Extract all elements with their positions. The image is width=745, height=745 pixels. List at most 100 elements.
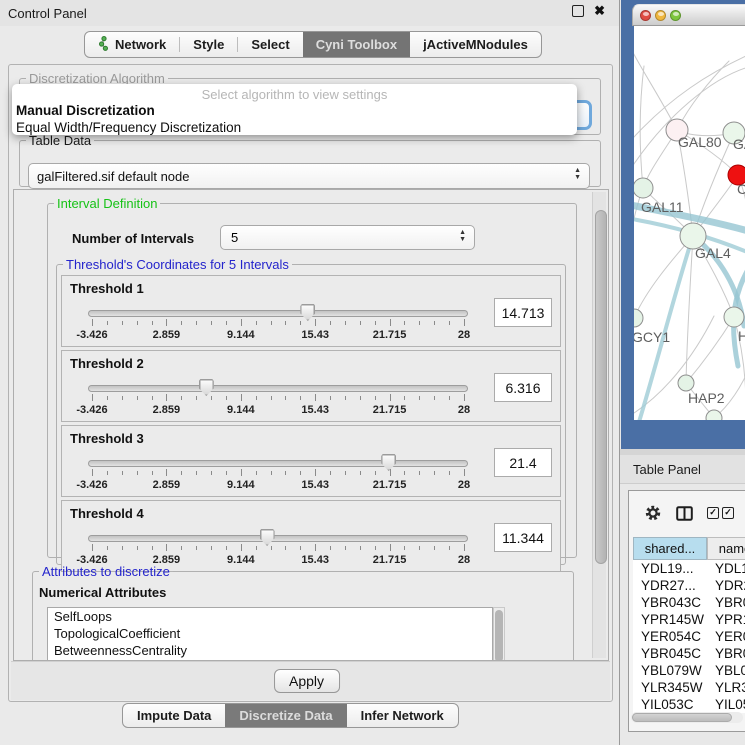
tick-mark [256, 546, 257, 550]
tick-mark [152, 396, 153, 400]
tab-cyni-toolbox[interactable]: Cyni Toolbox [303, 32, 410, 57]
checkbox-icon[interactable]: ✓ [707, 507, 719, 519]
threshold-slider[interactable]: -3.4262.8599.14415.4321.71528 [88, 377, 468, 417]
spinner-icon[interactable]: ▲▼ [574, 167, 581, 181]
threshold-block: Threshold 3-3.4262.8599.14415.4321.71528… [61, 425, 561, 497]
cell-name[interactable]: YBR045C [707, 646, 745, 661]
settings-scrollbar-thumb[interactable] [595, 210, 607, 564]
tick-label: 9.144 [227, 329, 255, 341]
slider-track[interactable] [88, 385, 468, 392]
cell-name[interactable]: YIL053C [707, 697, 745, 712]
table-row[interactable]: YBR045CYBR045C [633, 645, 745, 662]
cell-name[interactable]: YDR27... [707, 578, 745, 593]
settings-vertical-scrollbar[interactable] [592, 192, 606, 658]
tab-discretize-data[interactable]: Discretize Data [225, 704, 346, 727]
table-hscrollbar-thumb[interactable] [632, 713, 732, 722]
tab-select[interactable]: Select [238, 32, 302, 57]
cell-shared-name[interactable]: YLR345W [633, 680, 707, 695]
numerical-attributes-listbox[interactable]: SelfLoopsTopologicalCoefficientBetweenne… [47, 607, 493, 661]
threshold-slider[interactable]: -3.4262.8599.14415.4321.71528 [88, 452, 468, 492]
network-window-titlebar[interactable] [632, 4, 745, 26]
traffic-light-zoom-icon[interactable] [670, 10, 681, 21]
cell-shared-name[interactable]: YBR043C [633, 595, 707, 610]
network-node-h[interactable] [724, 307, 744, 327]
cell-name[interactable]: YBL079W [707, 663, 745, 678]
table-horizontal-scrollbar[interactable] [631, 712, 743, 723]
network-edge[interactable] [639, 236, 693, 420]
cell-shared-name[interactable]: YDR27... [633, 578, 707, 593]
table-row[interactable]: YDR27...YDR27... [633, 577, 745, 594]
attributes-list-scrollbar-thumb[interactable] [495, 610, 503, 661]
threshold-value-field[interactable]: 21.4 [494, 448, 552, 477]
slider-track[interactable] [88, 535, 468, 542]
tab-impute-data[interactable]: Impute Data [123, 704, 225, 727]
table-row[interactable]: YBL079WYBL079W [633, 662, 745, 679]
list-item[interactable]: TopologicalCoefficient [48, 625, 492, 642]
tab-infer-network[interactable]: Infer Network [347, 704, 458, 727]
network-edge[interactable] [686, 317, 734, 383]
cell-name[interactable]: YPR145W [707, 612, 745, 627]
close-icon[interactable]: ✖ [594, 5, 605, 17]
attributes-to-discretize-group: Attributes to discretize Numerical Attri… [32, 564, 574, 661]
cell-shared-name[interactable]: YIL053C [633, 697, 707, 712]
table-row[interactable]: YBR043CYBR043C [633, 594, 745, 611]
column-header-name[interactable]: name [707, 537, 745, 560]
cyni-toolbox-panel: Discretization Algorithm Table Data galF… [8, 64, 613, 702]
tab-jactivemnodules[interactable]: jActiveMNodules [410, 32, 541, 57]
threshold-slider[interactable]: -3.4262.8599.14415.4321.71528 [88, 302, 468, 342]
cell-name[interactable]: YBR043C [707, 595, 745, 610]
threshold-value-field[interactable]: 14.713 [494, 298, 552, 327]
table-data-combobox[interactable]: galFiltered.sif default node ▲▼ [28, 163, 590, 189]
list-item[interactable]: SelfLoops [48, 608, 492, 625]
cell-shared-name[interactable]: YER054C [633, 629, 707, 644]
dropdown-option-manual-discretization[interactable]: Manual Discretization [12, 102, 577, 119]
traffic-light-close-icon[interactable] [640, 10, 651, 21]
tick-mark [375, 321, 376, 325]
attributes-list-scrollbar[interactable] [493, 607, 505, 661]
slider-track[interactable] [88, 310, 468, 317]
gear-icon[interactable] [644, 504, 662, 522]
traffic-light-minimize-icon[interactable] [655, 10, 666, 21]
table-row[interactable]: YLR345WYLR345W [633, 679, 745, 696]
tick-mark [241, 319, 242, 326]
float-icon[interactable] [572, 5, 584, 17]
tick-mark [137, 471, 138, 475]
cell-shared-name[interactable]: YBL079W [633, 663, 707, 678]
dropdown-option-equal-width-frequency-discretization[interactable]: Equal Width/Frequency Discretization [12, 119, 577, 136]
split-view-icon[interactable] [676, 506, 693, 521]
spinner-icon[interactable]: ▲▼ [459, 229, 466, 243]
tick-label: 15.43 [301, 479, 329, 491]
table-row[interactable]: YPR145WYPR145W [633, 611, 745, 628]
tick-mark [166, 394, 167, 401]
checkbox-icon[interactable]: ✓ [722, 507, 734, 519]
network-node-gal11[interactable] [634, 178, 653, 198]
network-edge[interactable] [634, 236, 693, 318]
top-tabbar: NetworkStyleSelectCyni ToolboxjActiveMNo… [84, 31, 542, 58]
number-of-intervals-combobox[interactable]: 5 ▲▼ [220, 225, 475, 250]
threshold-value-field[interactable]: 11.344 [494, 523, 552, 552]
table-row[interactable]: YER054CYER054C [633, 628, 745, 645]
table-row[interactable]: YDL19...YDL19... [633, 560, 745, 577]
threshold-value-field[interactable]: 6.316 [494, 373, 552, 402]
threshold-slider[interactable]: -3.4262.8599.14415.4321.71528 [88, 527, 468, 567]
network-node-gcy1[interactable] [634, 309, 643, 327]
cell-name[interactable]: YER054C [707, 629, 745, 644]
tick-mark [137, 396, 138, 400]
slider-track[interactable] [88, 460, 468, 467]
network-edge[interactable] [677, 61, 729, 130]
column-header-shared-[interactable]: shared... [633, 537, 707, 560]
network-node-hap2[interactable] [678, 375, 694, 391]
tick-mark [285, 546, 286, 550]
apply-button[interactable]: Apply [274, 669, 340, 693]
cell-shared-name[interactable]: YDL19... [633, 561, 707, 576]
network-canvas[interactable]: GAL80GACGAL11GAL4GCY1HHAP2 [634, 26, 745, 420]
list-item[interactable]: BetweennessCentrality [48, 642, 492, 659]
cell-name[interactable]: YLR345W [707, 680, 745, 695]
table-row[interactable]: YIL053CYIL053C [633, 696, 745, 713]
tick-mark [285, 396, 286, 400]
tab-style[interactable]: Style [180, 32, 237, 57]
cell-shared-name[interactable]: YBR045C [633, 646, 707, 661]
cell-name[interactable]: YDL19... [707, 561, 745, 576]
tab-network[interactable]: Network [85, 32, 179, 57]
cell-shared-name[interactable]: YPR145W [633, 612, 707, 627]
